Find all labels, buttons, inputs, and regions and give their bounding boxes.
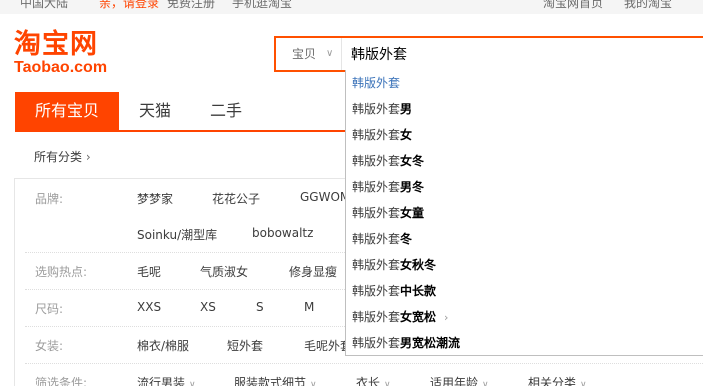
women-option[interactable]: 棉衣/棉服: [137, 337, 189, 354]
suggestion-suffix: 女: [400, 128, 413, 142]
condition-label: 相关分类: [528, 376, 577, 386]
suggestion-suffix: 女童: [400, 206, 425, 220]
login-link[interactable]: 亲，请登录: [99, 0, 159, 11]
condition-label: 流行男装: [137, 376, 186, 386]
search-suggestions: 韩版外套 韩版外套男 韩版外套女 韩版外套女冬 韩版外套男冬 韩版外套女童 韩版外套冬 韩版外…: [345, 70, 703, 356]
chevron-down-icon: ∨: [189, 380, 196, 386]
suggestion-prefix: 韩版外套: [352, 154, 401, 168]
condition-dropdown[interactable]: 相关分类 ∨: [528, 374, 587, 386]
size-option[interactable]: XXS: [137, 300, 161, 314]
chevron-down-icon: ∨: [580, 380, 587, 386]
suggestion-item[interactable]: 韩版外套男冬: [352, 174, 424, 200]
condition-label: 适用年龄: [430, 376, 479, 386]
brand-option[interactable]: 花花公子: [212, 190, 260, 207]
hot-option[interactable]: 毛呢: [137, 263, 161, 280]
search-box: 宝贝 ∨: [274, 36, 703, 72]
suggestion-item[interactable]: 韩版外套女冬: [352, 148, 424, 174]
suggestion-prefix: 韩版外套: [352, 76, 401, 90]
women-option[interactable]: 短外套: [227, 337, 263, 354]
tab-all-items[interactable]: 所有宝贝: [15, 92, 119, 132]
chevron-down-icon: ∨: [326, 48, 334, 59]
suggestion-suffix: 中长款: [400, 284, 437, 298]
suggestion-suffix: 女冬: [400, 154, 425, 168]
suggestion-item[interactable]: 韩版外套: [352, 70, 400, 96]
breadcrumb-all-categories[interactable]: 所有分类: [34, 150, 82, 164]
suggestion-prefix: 韩版外套: [352, 102, 401, 116]
chevron-down-icon: ∨: [384, 380, 391, 386]
size-option[interactable]: M: [304, 300, 314, 314]
search-input[interactable]: [351, 38, 701, 70]
search-type-label: 宝贝: [292, 47, 317, 61]
logo-cn-text: 淘宝网: [14, 29, 98, 60]
chevron-right-icon[interactable]: ›: [444, 311, 448, 324]
suggestion-item[interactable]: 韩版外套冬: [352, 226, 412, 252]
size-option[interactable]: S: [256, 300, 264, 314]
taobao-logo[interactable]: 淘宝网 Taobao.com: [14, 30, 124, 76]
suggestion-suffix: 女宽松: [400, 310, 437, 324]
brand-option[interactable]: GGWOM: [300, 190, 350, 204]
suggestion-prefix: 韩版外套: [352, 180, 401, 194]
suggestion-prefix: 韩版外套: [352, 284, 401, 298]
size-label: 尺码:: [35, 302, 64, 316]
tab-second-hand[interactable]: 二手: [195, 92, 257, 132]
suggestion-prefix: 韩版外套: [352, 206, 401, 220]
suggestion-item[interactable]: 韩版外套男: [352, 96, 412, 122]
suggestion-item[interactable]: 韩版外套男宽松潮流: [352, 330, 460, 356]
suggestion-suffix: 冬: [400, 232, 413, 246]
suggestion-prefix: 韩版外套: [352, 310, 401, 324]
brand-option[interactable]: Soinku/潮型库: [137, 226, 217, 243]
search-type-selector[interactable]: 宝贝 ∨: [276, 38, 342, 70]
condition-dropdown[interactable]: 衣长 ∨: [356, 374, 391, 386]
suggestion-prefix: 韩版外套: [352, 232, 401, 246]
hot-option[interactable]: 气质淑女: [200, 263, 248, 280]
brand-label: 品牌:: [35, 192, 64, 206]
condition-dropdown[interactable]: 适用年龄 ∨: [430, 374, 489, 386]
chevron-down-icon: ∨: [310, 380, 317, 386]
logo-en-text: Taobao.com: [14, 59, 108, 76]
mobile-link[interactable]: 手机逛淘宝: [232, 0, 292, 11]
hot-label: 选购热点:: [35, 265, 88, 279]
chevron-right-icon: ›: [85, 150, 91, 164]
brand-option[interactable]: bobowaltz: [252, 226, 313, 240]
suggestion-suffix: 男冬: [400, 180, 425, 194]
suggestion-item[interactable]: 韩版外套女: [352, 122, 412, 148]
hot-option[interactable]: 修身显瘦: [289, 263, 337, 280]
condition-label: 服装款式细节: [234, 376, 307, 386]
brand-option[interactable]: 梦梦家: [137, 190, 173, 207]
suggestion-suffix: 女秋冬: [400, 258, 437, 272]
region-selector[interactable]: 中国大陆: [20, 0, 68, 11]
home-link[interactable]: 淘宝网首页: [543, 0, 603, 11]
register-link[interactable]: 免费注册: [167, 0, 215, 11]
suggestion-item[interactable]: 韩版外套女秋冬: [352, 252, 436, 278]
suggestion-prefix: 韩版外套: [352, 258, 401, 272]
condition-dropdown[interactable]: 流行男装 ∨: [137, 374, 196, 386]
suggestion-prefix: 韩版外套: [352, 336, 401, 350]
suggestion-item[interactable]: 韩版外套女童: [352, 200, 424, 226]
women-label: 女装:: [35, 339, 64, 353]
suggestion-suffix: 男宽松潮流: [400, 336, 461, 350]
suggestion-prefix: 韩版外套: [352, 128, 401, 142]
my-taobao-link[interactable]: 我的淘宝: [624, 0, 672, 11]
conditions-label: 筛选条件:: [35, 376, 88, 386]
row-divider: [25, 363, 703, 364]
breadcrumb[interactable]: 所有分类 ›: [34, 148, 91, 165]
chevron-down-icon: ∨: [482, 380, 489, 386]
top-nav-bar: 中国大陆 亲，请登录 免费注册 手机逛淘宝 淘宝网首页 我的淘宝: [0, 0, 703, 14]
suggestion-item[interactable]: 韩版外套中长款: [352, 278, 436, 304]
tab-tmall[interactable]: 天猫: [119, 92, 191, 132]
condition-label: 衣长: [356, 376, 381, 386]
suggestion-item[interactable]: 韩版外套女宽松 ›: [352, 304, 448, 330]
condition-dropdown[interactable]: 服装款式细节 ∨: [234, 374, 317, 386]
size-option[interactable]: XS: [200, 300, 216, 314]
suggestion-suffix: 男: [400, 102, 413, 116]
